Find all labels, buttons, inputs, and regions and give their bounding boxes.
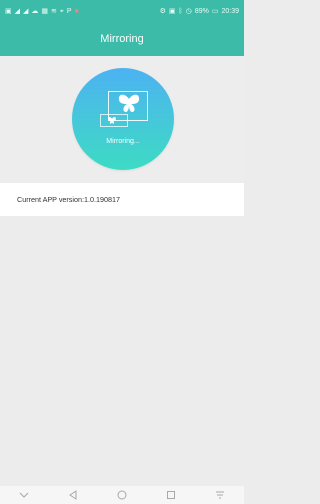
content-area <box>0 216 244 486</box>
navigation-bar <box>0 486 244 504</box>
battery-icon: ▭ <box>211 7 219 15</box>
chevron-down-icon[interactable] <box>17 488 31 502</box>
status-left-icons: ▣ ◢ ◢ ☁ ▦ ≋ ⌖ P ■ <box>5 8 79 15</box>
alarm-icon: ◷ <box>185 7 192 15</box>
cloud-icon: ☁ <box>31 7 39 15</box>
back-icon[interactable] <box>66 488 80 502</box>
recents-icon[interactable] <box>164 488 178 502</box>
app-version-row: Current APP version:1.0.190817 <box>0 183 244 216</box>
vibrate-icon: ⚙ <box>159 7 166 15</box>
clock: 20:39 <box>221 7 239 15</box>
app-header: Mirroring <box>0 22 244 56</box>
image-icon: ▦ <box>41 7 49 15</box>
signal-icon: ◢ <box>14 7 21 15</box>
mirroring-status-label: Mirroring... <box>106 138 140 145</box>
video-icon: ■ <box>74 7 79 15</box>
butterfly-icon <box>108 117 116 124</box>
home-icon[interactable] <box>115 488 129 502</box>
location-icon: ⌖ <box>59 7 64 15</box>
battery-percent: 89% <box>194 7 209 15</box>
notification-icon[interactable] <box>213 488 227 502</box>
page-title: Mirroring <box>100 33 144 45</box>
mirroring-status-circle[interactable]: Mirroring... <box>72 68 174 170</box>
signal-icon: ◢ <box>23 7 29 15</box>
sim-icon: ▣ <box>5 7 12 15</box>
status-right-icons: ⚙ ▣ ᛒ ◷ 89% ▭ 20:39 <box>160 8 239 15</box>
bluetooth-icon: ᛒ <box>178 7 183 15</box>
app-version-text: Current APP version:1.0.190817 <box>17 195 120 204</box>
parking-icon: P <box>66 7 72 15</box>
wifi-icon: ≋ <box>51 7 57 15</box>
status-bar: ▣ ◢ ◢ ☁ ▦ ≋ ⌖ P ■ ⚙ ▣ ᛒ ◷ 89% ▭ 20:39 <box>0 0 244 22</box>
hero-section: Mirroring... <box>0 56 244 181</box>
nfc-icon: ▣ <box>168 7 176 15</box>
